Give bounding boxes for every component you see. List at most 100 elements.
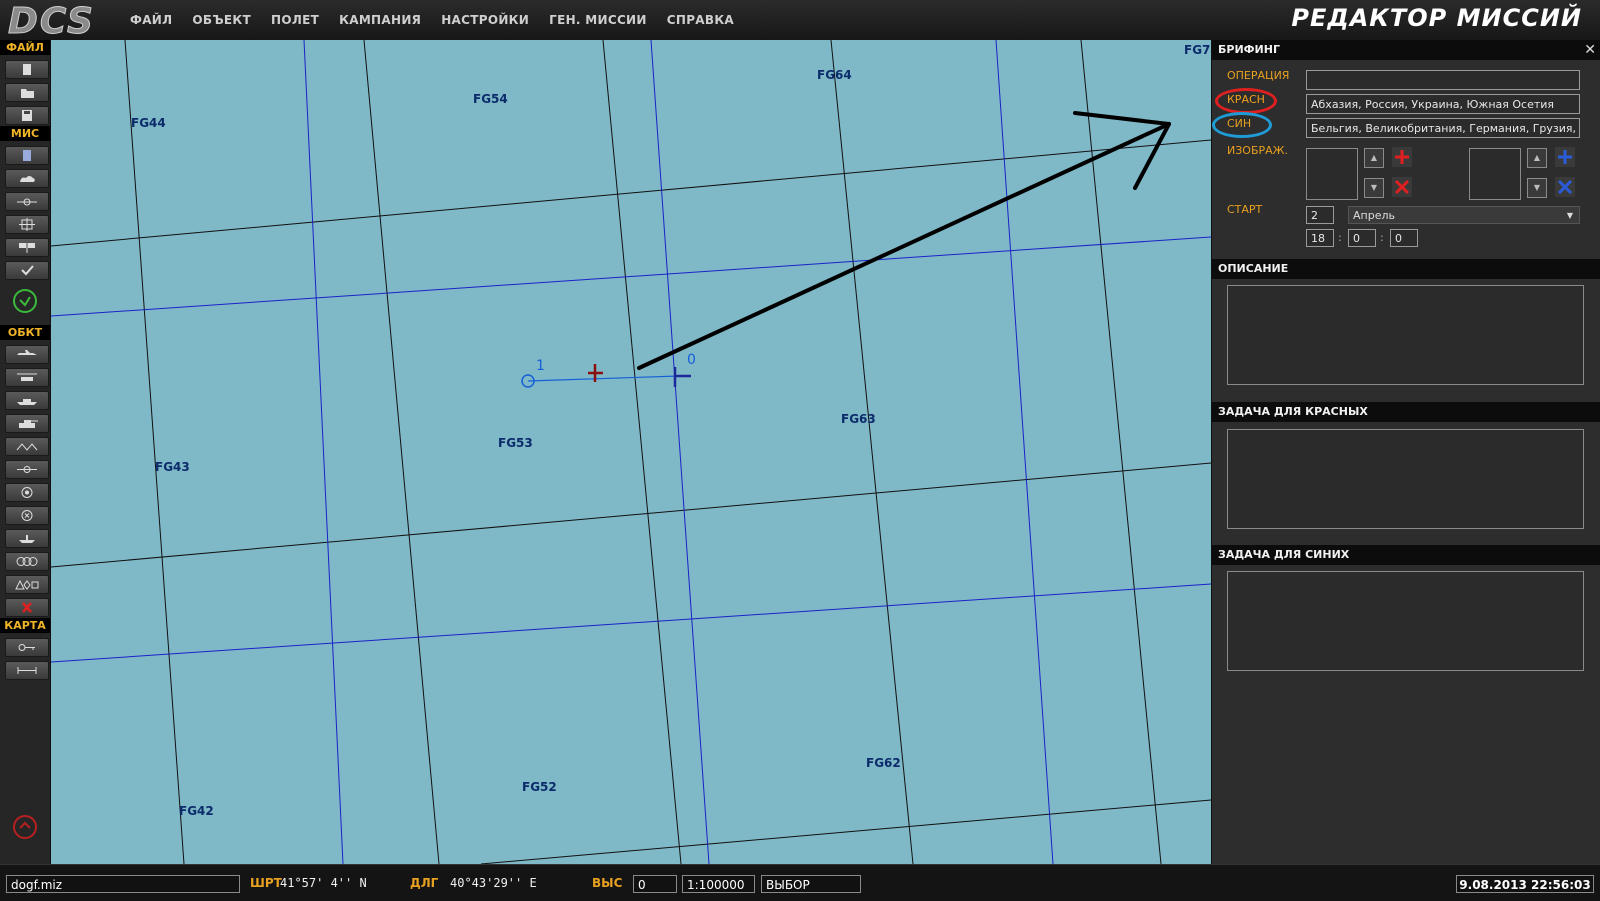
menu-help[interactable]: СПРАВКА	[657, 0, 744, 40]
fly-check-icon	[13, 289, 37, 313]
start-second-field[interactable]: 0	[1390, 229, 1418, 247]
add-plane-button[interactable]	[5, 345, 49, 364]
menu-settings[interactable]: НАСТРОЙКИ	[431, 0, 539, 40]
remove-red-image-button[interactable]	[1392, 177, 1412, 197]
open-mission-button[interactable]	[5, 83, 49, 102]
menu-object[interactable]: ОБЪЕКТ	[182, 0, 261, 40]
waypoint-label-1: 1	[536, 358, 545, 374]
blue-image-up[interactable]: ▲	[1527, 148, 1547, 168]
remove-zone-button[interactable]	[5, 506, 49, 525]
target-icon	[19, 218, 35, 231]
add-helicopter-button[interactable]	[5, 368, 49, 387]
static-object-icon	[16, 443, 38, 451]
map-options-button[interactable]	[5, 638, 49, 657]
grid-label-fg7: FG7	[1184, 43, 1211, 57]
grid-label-fg53: FG53	[498, 436, 533, 450]
exit-button[interactable]	[12, 814, 38, 840]
menu-campaign[interactable]: КАМПАНИЯ	[329, 0, 431, 40]
waypoint-label-0: 0	[687, 352, 696, 368]
weather-button[interactable]	[5, 169, 49, 188]
operation-input[interactable]	[1306, 70, 1580, 90]
blue-coalition-field[interactable]: Бельгия, Великобритания, Германия, Грузи…	[1306, 118, 1580, 138]
triggers-button[interactable]	[5, 192, 49, 211]
red-image-slot[interactable]	[1306, 148, 1358, 200]
flags-icon	[19, 243, 35, 253]
grid-label-fg62: FG62	[866, 756, 901, 770]
longitude-label: ДЛГ	[410, 876, 439, 890]
goals-button[interactable]	[5, 215, 49, 234]
menu-flight[interactable]: ПОЛЕТ	[261, 0, 329, 40]
chevron-down-icon: ▼	[1566, 211, 1573, 220]
red-coalition-label: КРАСН	[1227, 93, 1265, 106]
check-mission-button[interactable]	[5, 261, 49, 280]
blue-aircraft-icon[interactable]	[673, 367, 691, 387]
coalitions-button[interactable]	[5, 238, 49, 257]
briefing-button[interactable]	[5, 146, 49, 165]
delete-object-button[interactable]	[5, 598, 49, 617]
add-static-button[interactable]	[5, 437, 49, 456]
tool-mode-field: ВЫБОР	[761, 875, 861, 893]
toolbar-section-map: КАРТА	[0, 618, 50, 633]
start-hour-field[interactable]: 18	[1306, 229, 1334, 247]
add-ship-button[interactable]	[5, 391, 49, 410]
images-label: ИЗОБРАЖ.	[1227, 144, 1288, 157]
start-day-field[interactable]: 2	[1306, 206, 1334, 224]
red-task-textarea[interactable]	[1227, 429, 1584, 529]
add-vehicle-button[interactable]	[5, 414, 49, 433]
map-scale-field[interactable]: 1:100000	[682, 875, 755, 893]
ruler-button[interactable]	[5, 661, 49, 680]
delete-icon	[22, 602, 32, 613]
clipboard-icon	[23, 150, 31, 161]
add-group-button[interactable]	[5, 552, 49, 571]
rings-icon	[16, 557, 38, 566]
menu-mission-generator[interactable]: ГЕН. МИССИИ	[539, 0, 657, 40]
briefing-panel: БРИФИНГ ✕ ОПЕРАЦИЯ КРАСН Абхазия, Россия…	[1211, 40, 1600, 864]
red-image-up[interactable]: ▲	[1364, 148, 1384, 168]
new-mission-button[interactable]	[5, 60, 49, 79]
add-red-image-button[interactable]	[1392, 147, 1412, 167]
save-icon	[22, 110, 32, 121]
red-image-down[interactable]: ▼	[1364, 178, 1384, 198]
description-header: ОПИСАНИЕ	[1212, 259, 1600, 279]
blue-x-icon	[1555, 177, 1575, 197]
add-naval-unit-button[interactable]	[5, 529, 49, 548]
cloud-icon	[20, 176, 35, 182]
blue-task-textarea[interactable]	[1227, 571, 1584, 671]
red-x-icon	[1392, 177, 1412, 197]
add-shapes-button[interactable]	[5, 575, 49, 594]
shapes-icon	[15, 579, 39, 590]
grid-label-fg42: FG42	[179, 804, 214, 818]
left-toolbar: ФАЙЛ МИС ОБКТ КАРТА	[0, 40, 51, 864]
altitude-label: ВЫС	[592, 876, 623, 890]
latitude-value: 41°57' 4'' N	[280, 876, 367, 890]
blue-image-slot[interactable]	[1469, 148, 1521, 200]
latitude-label: ШРТ	[250, 876, 282, 890]
add-trigger-zone-button[interactable]	[5, 460, 49, 479]
power-icon	[13, 815, 37, 839]
blue-image-down[interactable]: ▼	[1527, 178, 1547, 198]
remove-blue-image-button[interactable]	[1555, 177, 1575, 197]
description-textarea[interactable]	[1227, 285, 1584, 385]
key-icon	[18, 644, 35, 651]
briefing-header: БРИФИНГ ✕	[1212, 40, 1600, 60]
app-title: РЕДАКТОР МИССИЙ	[1291, 4, 1582, 32]
blue-task-header: ЗАДАЧА ДЛЯ СИНИХ	[1212, 545, 1600, 565]
time-separator-1: :	[1338, 231, 1342, 244]
red-coalition-field[interactable]: Абхазия, Россия, Украина, Южная Осетия	[1306, 94, 1580, 114]
start-month-select[interactable]: Апрель ▼	[1348, 206, 1580, 224]
save-mission-button[interactable]	[5, 106, 49, 125]
altitude-field: 0	[633, 875, 677, 893]
ship-icon	[17, 399, 37, 405]
filename-field: dogf.miz	[6, 875, 240, 893]
circle-target-icon	[21, 487, 33, 498]
fly-mission-button[interactable]	[12, 288, 38, 314]
mission-datetime: 9.08.2013 22:56:03	[1456, 875, 1594, 893]
blue-plus-icon	[1555, 147, 1575, 167]
add-blue-image-button[interactable]	[1555, 147, 1575, 167]
mission-map[interactable]: FG44 FG54 FG64 FG7 FG43 FG53 FG63 FG42 F…	[51, 40, 1211, 864]
start-minute-field[interactable]: 0	[1348, 229, 1376, 247]
add-zone-button[interactable]	[5, 483, 49, 502]
close-icon[interactable]: ✕	[1584, 40, 1596, 60]
grid-label-fg64: FG64	[817, 68, 852, 82]
menu-file[interactable]: ФАЙЛ	[120, 0, 182, 40]
